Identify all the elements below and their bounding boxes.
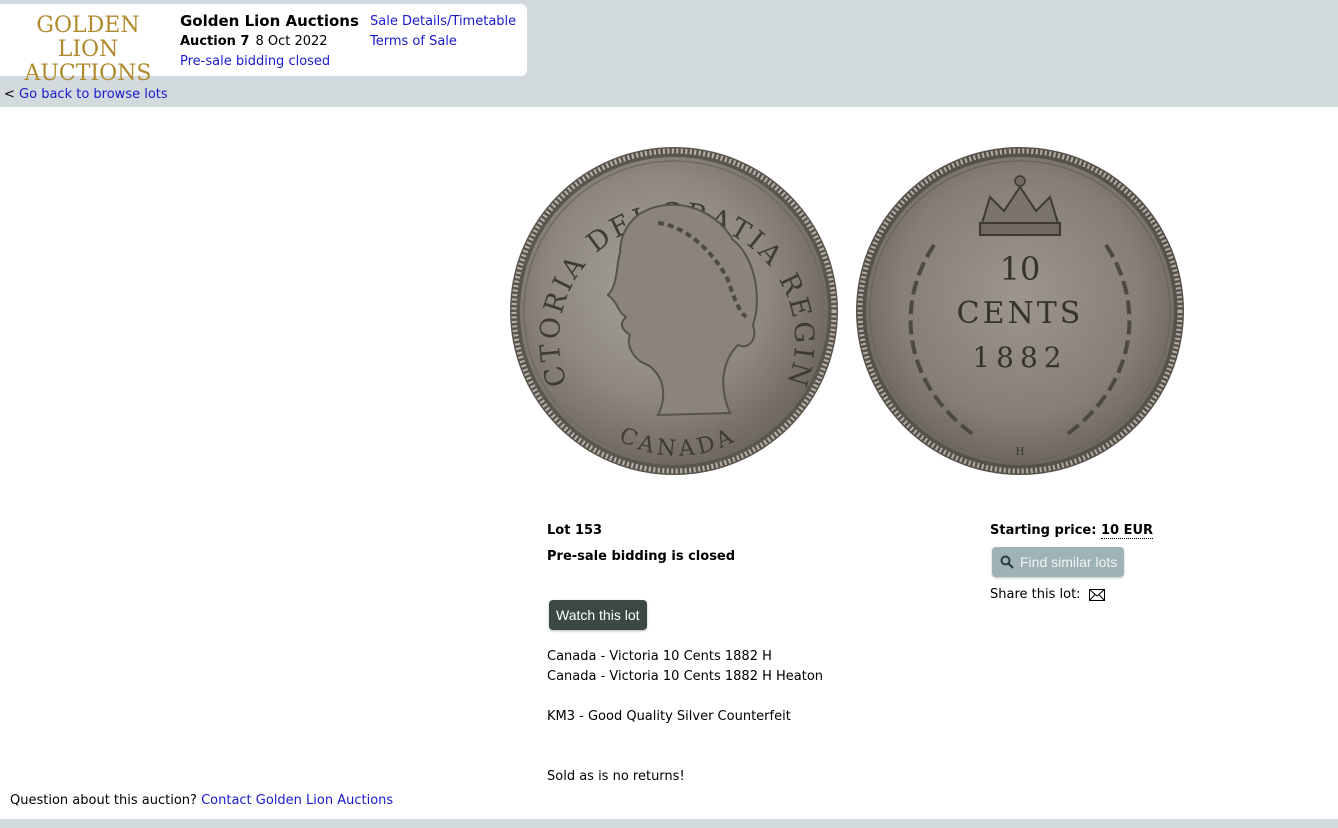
back-to-lots-link[interactable]: Go back to browse lots <box>19 87 168 102</box>
watch-lot-button[interactable]: Watch this lot <box>549 600 647 630</box>
description-line <box>547 687 823 707</box>
reverse-value: 10 <box>1000 250 1041 288</box>
back-prefix: < <box>4 87 15 102</box>
email-icon[interactable] <box>1088 589 1105 601</box>
description-line <box>547 727 823 747</box>
terms-of-sale-link[interactable]: Terms of Sale <box>370 32 516 52</box>
lot-coin-images[interactable]: VICTORIA DEI GRATIA REGINA. CANADA <box>508 145 1188 485</box>
coin-reverse: 10 CENTS 1882 H <box>856 147 1184 475</box>
starting-price-label: Starting price: <box>990 523 1097 538</box>
site-header: GOLDEN LION AUCTIONS Golden Lion Auction… <box>0 4 527 86</box>
question-label: Question about this auction? <box>10 793 197 808</box>
find-similar-lots-button[interactable]: Find similar lots <box>992 547 1125 577</box>
reverse-unit: CENTS <box>957 296 1084 331</box>
reverse-mint-mark: H <box>1016 447 1025 458</box>
contact-auction-house-link[interactable]: Contact Golden Lion Auctions <box>201 793 393 808</box>
description-line <box>547 747 823 767</box>
lot-panel: VICTORIA DEI GRATIA REGINA. CANADA <box>0 107 1338 819</box>
coin-obverse: VICTORIA DEI GRATIA REGINA. CANADA <box>508 145 838 475</box>
description-line: Sold as is no returns! <box>547 769 685 784</box>
reverse-year: 1882 <box>972 341 1067 374</box>
find-similar-label: Find similar lots <box>1020 554 1118 570</box>
lot-number: Lot 153 <box>547 523 603 538</box>
description-line: Canada - Victoria 10 Cents 1882 H <box>547 649 772 664</box>
golden-lion-logo[interactable]: GOLDEN LION AUCTIONS <box>8 14 168 86</box>
description-line: KM3 - Good Quality Silver Counterfeit <box>547 709 791 724</box>
description-line: Canada - Victoria 10 Cents 1882 H Heaton <box>547 669 824 684</box>
sale-details-link[interactable]: Sale Details/Timetable <box>370 12 516 32</box>
starting-price: Starting price: 10 EUR <box>990 523 1250 539</box>
pricing-panel: Starting price: 10 EUR Find similar lots… <box>990 523 1250 602</box>
auction-label: Auction 7 <box>180 34 250 49</box>
starting-price-value[interactable]: 10 EUR <box>1100 523 1154 539</box>
auction-info: Auction 7 8 Oct 2022 <box>180 34 328 49</box>
share-lot: Share this lot: <box>990 587 1105 602</box>
header-links: Sale Details/Timetable Terms of Sale <box>370 12 516 52</box>
share-label: Share this lot: <box>990 587 1081 602</box>
bidding-status-link[interactable]: Pre-sale bidding closed <box>180 54 330 69</box>
logo-line-1: GOLDEN LION <box>36 13 140 62</box>
back-nav: < Go back to browse lots <box>4 87 168 102</box>
search-icon <box>1000 555 1014 569</box>
auction-question: Question about this auction? Contact Gol… <box>10 793 393 808</box>
lot-details: Lot 153 Pre-sale bidding is closed Watch… <box>547 523 947 784</box>
lot-description: Canada - Victoria 10 Cents 1882 H Canada… <box>547 647 823 787</box>
auction-house-name: Golden Lion Auctions <box>180 12 359 30</box>
auction-date: 8 Oct 2022 <box>255 34 328 49</box>
bidding-closed-notice: Pre-sale bidding is closed <box>547 549 736 564</box>
logo-line-2: AUCTIONS <box>24 61 152 86</box>
